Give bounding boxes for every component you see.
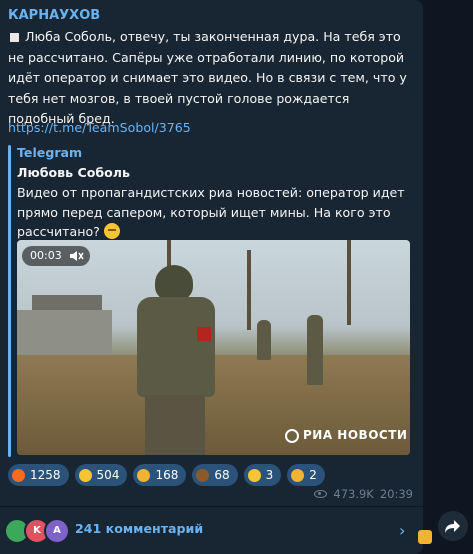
comments-button[interactable]: K A 241 комментарий › [0,507,423,554]
grin-icon [78,468,92,482]
reaction-thumbs-up[interactable]: 168 [133,464,187,486]
reaction-count: 68 [214,468,230,482]
legs [145,395,205,455]
video-soldier [257,320,271,360]
ria-logo-icon [285,429,299,443]
video-soldier-main [127,265,227,455]
video-tree [347,240,351,325]
armband [197,327,211,341]
thumbs-up-icon [418,530,432,544]
share-button[interactable] [438,511,468,541]
reaction-grin[interactable]: 504 [74,464,128,486]
square-icon [10,33,19,42]
video-time-badge[interactable]: 00:03 [22,246,90,266]
speaker-muted-icon[interactable] [70,250,84,262]
video-player[interactable] [17,240,410,455]
thumbs-up-icon [137,468,151,482]
thinking-face-icon [103,223,120,239]
post-link[interactable]: https://t.me/TeamSobol/3765 [8,120,191,135]
post-text: Люба Соболь, отвечу, ты законченная дура… [8,27,413,130]
view-count: 473.9K [333,487,374,501]
video-soldier [307,315,323,385]
quote-source[interactable]: Telegram [17,145,82,160]
torso [137,297,215,397]
share-icon [445,520,460,533]
reaction-crying[interactable]: 3 [243,464,282,486]
quote-text: Видео от пропагандистских риа новостей: … [17,183,417,242]
fire-icon [12,468,25,482]
reaction-thumbs-down[interactable]: 2 [287,464,325,486]
reaction-count: 2 [309,468,317,482]
video-tree [247,250,251,330]
post-author[interactable]: КАРНАУХОВ [8,8,100,23]
reaction-count: 504 [96,468,120,482]
post-body: Люба Соболь, отвечу, ты законченная дура… [8,29,407,126]
comments-label: 241 комментарий [75,521,204,536]
chevron-right-icon: › [399,521,406,540]
watermark-text: РИА НОВОСТИ [303,428,408,442]
reaction-poop[interactable]: 68 [192,464,238,486]
crying-icon [247,468,261,482]
video-time: 00:03 [30,249,62,262]
avatar: A [44,518,70,544]
reaction-count: 168 [155,468,179,482]
helmet [155,265,193,301]
eye-icon [314,490,328,498]
thumbs-down-icon [291,468,305,482]
reaction-count: 3 [265,468,274,482]
post-meta: 473.9K 20:39 [314,487,413,501]
poop-icon [196,468,210,482]
quote-bar [8,145,11,457]
quote-author[interactable]: Любовь Соболь [17,165,130,180]
post-time: 20:39 [379,487,413,501]
reaction-fire[interactable]: 1258 [8,464,69,486]
reaction-count: 1258 [30,468,61,482]
reactions-bar: 1258 504 168 68 3 2 [8,464,325,486]
video-watermark: РИА НОВОСТИ [285,428,407,443]
quote-body: Видео от пропагандистских риа новостей: … [17,185,405,239]
